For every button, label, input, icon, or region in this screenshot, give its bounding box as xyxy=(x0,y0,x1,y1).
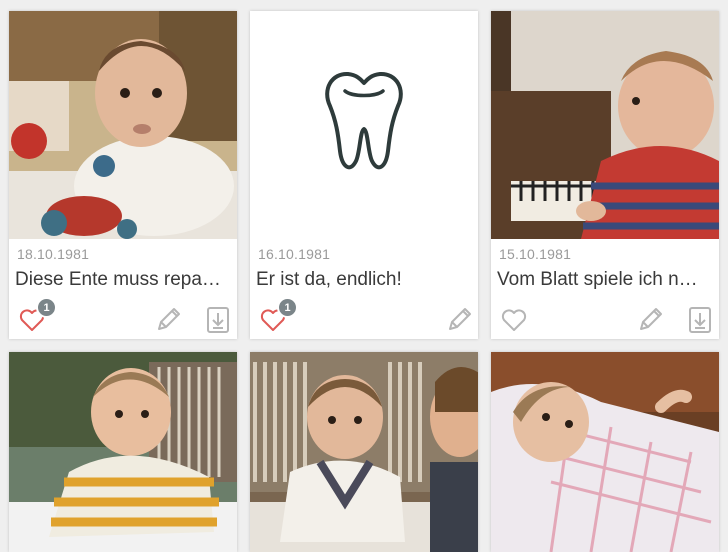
photo-grid: 18.10.1981 Diese Ente muss repa… 1 16.10… xyxy=(0,0,728,552)
photo-card[interactable]: 16.10.1981 Er ist da, endlich! 1 xyxy=(250,11,478,339)
edit-button[interactable] xyxy=(444,305,474,335)
card-date: 15.10.1981 xyxy=(499,246,572,262)
photo-card[interactable] xyxy=(9,352,237,552)
like-button[interactable]: 1 xyxy=(17,297,57,335)
photo-card[interactable]: 15.10.1981 Vom Blatt spiele ich n… xyxy=(491,11,719,339)
card-date: 16.10.1981 xyxy=(258,246,331,262)
photo-card[interactable] xyxy=(491,352,719,552)
card-photo-baby-with-duck-toy[interactable] xyxy=(9,11,237,239)
card-title[interactable]: Vom Blatt spiele ich n… xyxy=(497,269,713,291)
like-count-badge: 1 xyxy=(36,297,57,318)
card-photo-baby-and-child[interactable] xyxy=(250,352,478,552)
download-icon xyxy=(689,307,711,333)
card-title[interactable]: Diese Ente muss repa… xyxy=(15,269,231,291)
like-button[interactable]: 1 xyxy=(258,297,298,335)
card-photo-tooth[interactable] xyxy=(250,11,478,239)
heart-icon xyxy=(501,309,527,331)
tooth-icon xyxy=(325,72,403,170)
like-button[interactable] xyxy=(499,305,529,335)
card-date: 18.10.1981 xyxy=(17,246,90,262)
card-title[interactable]: Er ist da, endlich! xyxy=(256,269,472,291)
photo-card[interactable]: 18.10.1981 Diese Ente muss repa… 1 xyxy=(9,11,237,339)
photo-card[interactable] xyxy=(250,352,478,552)
download-button[interactable] xyxy=(203,305,233,335)
pencil-icon xyxy=(158,308,180,330)
pencil-icon xyxy=(449,308,471,330)
edit-button[interactable] xyxy=(153,305,183,335)
download-icon xyxy=(207,307,229,333)
pencil-icon xyxy=(640,308,662,330)
edit-button[interactable] xyxy=(635,305,665,335)
like-count-badge: 1 xyxy=(277,297,298,318)
card-photo-baby-striped-sweater[interactable] xyxy=(9,352,237,552)
download-button[interactable] xyxy=(685,305,715,335)
card-photo-baby-at-piano[interactable] xyxy=(491,11,719,239)
card-photo-baby-lying[interactable] xyxy=(491,352,719,552)
